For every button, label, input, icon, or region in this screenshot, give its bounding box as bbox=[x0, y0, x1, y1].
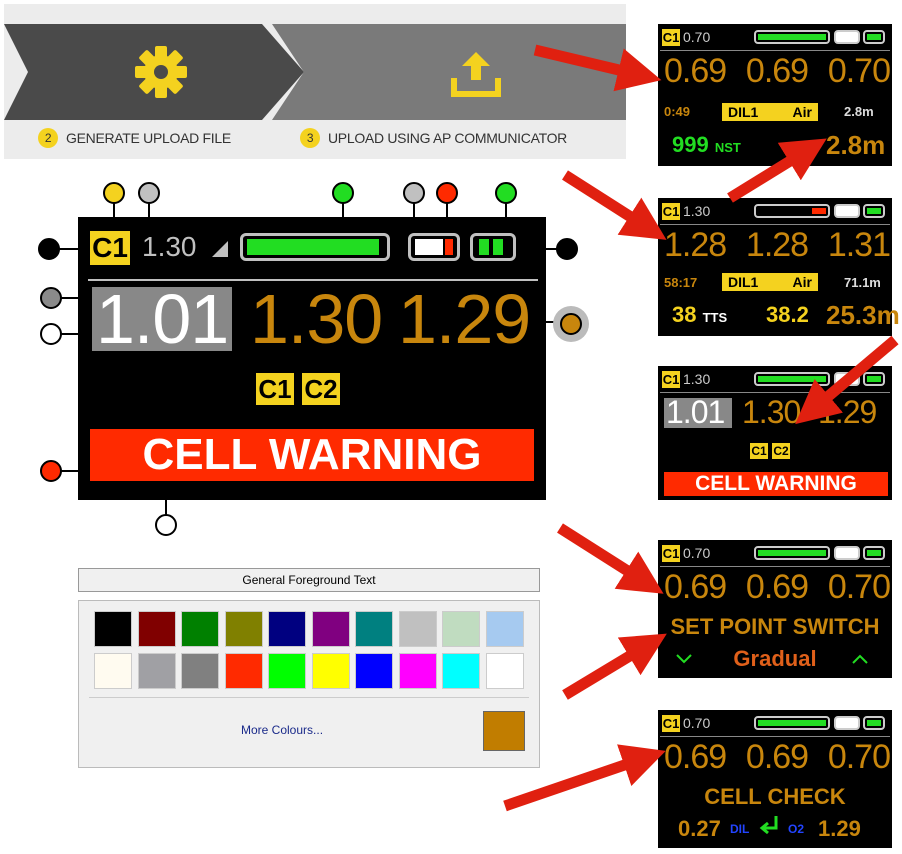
arrow-icon bbox=[503, 744, 666, 812]
arrow-icon bbox=[562, 633, 667, 700]
annotation-arrows bbox=[503, 44, 899, 812]
arrow-icon bbox=[795, 335, 899, 425]
arrow-icon bbox=[557, 523, 664, 594]
arrow-icon bbox=[533, 44, 662, 92]
arrow-icon bbox=[562, 170, 667, 240]
arrow-icon bbox=[727, 138, 827, 203]
